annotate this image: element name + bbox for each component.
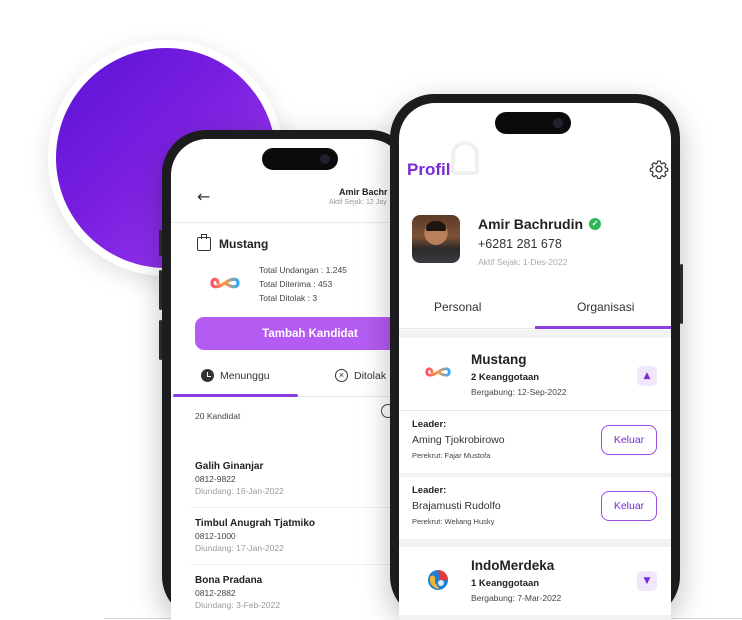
tab-waiting-label: Menunggu — [220, 369, 270, 382]
candidate-count: 20 Kandidat — [195, 411, 241, 421]
leader-row: Leader: Aming Tjokrobirowo Perekrut: Faj… — [399, 411, 671, 473]
leader-recruiter: Perekrut: Fajar Mustofa — [412, 451, 491, 460]
globe-logo-icon — [428, 570, 448, 590]
organization-members: 1 Keanggotaan — [471, 578, 540, 589]
indomerdeka-logo — [423, 565, 453, 595]
list-item[interactable]: Galih Ginanjar 0812-9822 Diundang: 16-Ja… — [195, 461, 405, 496]
candidate-name: Timbul Anugrah Tjatmiko — [195, 518, 316, 529]
mustang-logo — [205, 263, 245, 303]
candidates-screen: ← Amir Bachr Aktif Sejak: 12 Jay Mustang… — [171, 139, 405, 620]
infinity-logo-icon — [425, 367, 451, 377]
profile-name-row: Amir Bachrudin ✓ — [478, 216, 602, 232]
phone-candidates: ← Amir Bachr Aktif Sejak: 12 Jay Mustang… — [159, 130, 414, 620]
candidate-invited-date: Diundang: 17-Jan-2022 — [195, 543, 284, 553]
phone-side-button — [159, 230, 162, 256]
leave-button[interactable]: Keluar — [601, 491, 657, 521]
active-tab-indicator — [173, 394, 298, 397]
divider — [191, 507, 405, 508]
dynamic-island — [495, 112, 571, 134]
total-invites: Total Undangan : 1.245 — [259, 265, 347, 275]
mustang-logo — [423, 357, 453, 387]
header-user-name: Amir Bachr — [339, 187, 388, 197]
profile-phone: +6281 281 678 — [478, 237, 562, 251]
section-spacer — [399, 539, 671, 547]
chevron-down-icon[interactable]: ▼ — [637, 571, 657, 591]
candidate-invited-date: Diundang: 16-Jan-2022 — [195, 486, 284, 496]
organization-members: 2 Keanggotaan — [471, 372, 540, 383]
organization-name: Mustang — [219, 237, 269, 251]
leader-row: Leader: Brajamusti Rudolfo Perekrut: Wel… — [399, 477, 671, 539]
candidate-phone: 0812-1000 — [195, 531, 236, 541]
phone-side-button — [159, 270, 162, 310]
section-spacer — [399, 330, 671, 338]
id-badge-icon — [197, 234, 211, 251]
section-spacer — [399, 615, 671, 620]
profile-screen: Profil Amir Bachrudin ✓ +6281 281 678 Ak… — [399, 103, 671, 620]
chevron-up-icon[interactable]: ▲ — [637, 366, 657, 386]
total-rejected: Total Ditolak : 3 — [259, 293, 318, 303]
organization-card-indomerdeka[interactable]: IndoMerdeka 1 Keanggotaan Bergabung: 7-M… — [399, 547, 671, 615]
tab-organization[interactable]: Organisasi — [577, 300, 634, 314]
leader-name: Brajamusti Rudolfo — [412, 500, 501, 512]
list-item[interactable]: Bona Pradana 0812-2882 Diundang: 3-Feb-2… — [195, 575, 405, 610]
organization-joined: Bergabung: 7-Mar-2022 — [471, 593, 562, 603]
leader-recruiter: Perekrut: Weliang Husky — [412, 517, 495, 526]
organization-name: Mustang — [471, 352, 527, 367]
x-circle-icon: × — [335, 369, 348, 382]
organization-card-mustang[interactable]: Mustang 2 Keanggotaan Bergabung: 12-Sep-… — [399, 338, 671, 410]
candidate-invited-date: Diundang: 3-Feb-2022 — [195, 600, 281, 610]
tab-rejected-label: Ditolak — [354, 369, 387, 382]
candidate-phone: 0812-9822 — [195, 474, 236, 484]
phone-side-button — [159, 320, 162, 360]
candidate-phone: 0812-2882 — [195, 588, 236, 598]
organization-name: IndoMerdeka — [471, 558, 555, 573]
phone-profile: Profil Amir Bachrudin ✓ +6281 281 678 Ak… — [390, 94, 683, 620]
total-accepted: Total Diterima : 453 — [259, 279, 333, 289]
profile-active-since: Aktif Sejak: 1-Des-2022 — [478, 257, 568, 267]
active-tab-indicator — [535, 326, 671, 329]
leader-label: Leader: — [412, 485, 447, 496]
watermark-shape — [451, 141, 479, 175]
profile-tabs: Personal Organisasi — [399, 289, 671, 329]
avatar — [412, 215, 460, 263]
check-badge-icon: ✓ — [589, 218, 602, 230]
organization-stats: Total Undangan : 1.245 Total Diterima : … — [259, 263, 347, 305]
candidate-name: Bona Pradana — [195, 575, 263, 586]
phone-side-button — [680, 264, 683, 324]
dynamic-island — [262, 148, 338, 170]
infinity-logo-icon — [210, 277, 240, 289]
tab-waiting[interactable]: Menunggu — [201, 369, 270, 382]
tab-personal[interactable]: Personal — [434, 300, 481, 314]
tab-rejected[interactable]: × Ditolak — [335, 369, 386, 382]
list-item[interactable]: Timbul Anugrah Tjatmiko 0812-1000 Diunda… — [195, 518, 405, 553]
gear-icon[interactable] — [649, 159, 669, 179]
page-title: Profil — [407, 160, 451, 179]
organization-joined: Bergabung: 12-Sep-2022 — [471, 387, 567, 397]
candidate-tabs: Menunggu × Ditolak — [171, 361, 405, 397]
leader-label: Leader: — [412, 419, 447, 430]
header-active-since: Aktif Sejak: 12 Jay — [329, 199, 387, 206]
organization-row: Mustang — [197, 234, 269, 251]
candidate-name: Galih Ginanjar — [195, 461, 264, 472]
divider — [191, 564, 405, 565]
leave-button[interactable]: Keluar — [601, 425, 657, 455]
add-candidate-button[interactable]: Tambah Kandidat — [195, 317, 405, 350]
clock-icon — [201, 369, 214, 382]
leader-name: Aming Tjokrobirowo — [412, 434, 505, 446]
arrow-left-icon[interactable]: ← — [197, 187, 210, 206]
profile-name: Amir Bachrudin — [478, 216, 584, 232]
